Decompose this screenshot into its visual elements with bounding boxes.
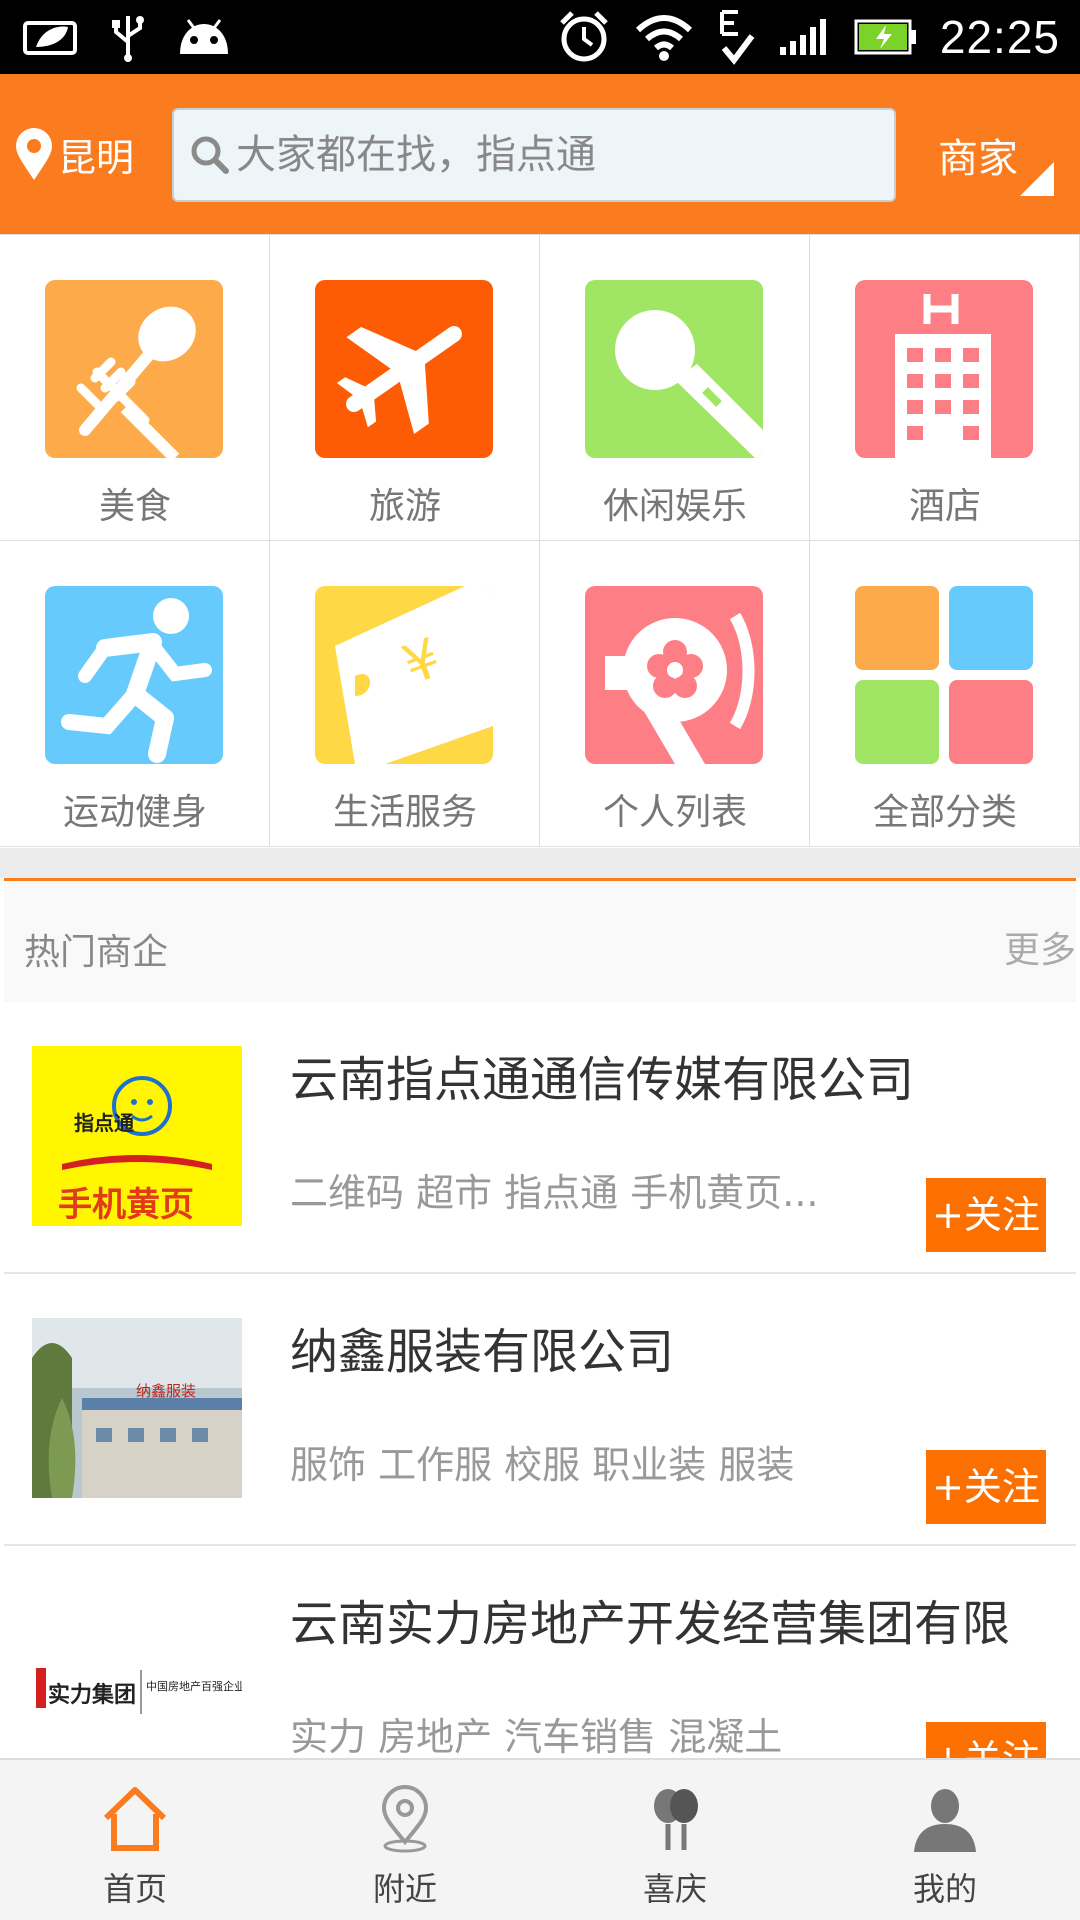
logo-text: 指点通 — [74, 1111, 134, 1135]
logo-caption: 中国房地产百强企业 — [146, 1679, 242, 1693]
battery-charging-icon — [854, 19, 916, 55]
category-all[interactable]: 全部分类 — [810, 541, 1080, 847]
category-life-services[interactable]: ¥ 生活服务 — [270, 541, 540, 847]
app-header: 昆明 商家 — [0, 74, 1080, 234]
cell-signal-icon — [779, 19, 826, 55]
category-label: 美食 — [98, 486, 171, 527]
airplane-icon — [315, 280, 493, 458]
category-grid: 美食 旅游 休闲娱乐 酒店 运动健身 ¥ 生活服务 个人列表 全部分类 — [0, 234, 1080, 848]
location-marker-icon — [16, 128, 52, 180]
home-icon — [103, 1787, 167, 1851]
follow-button[interactable]: +关注 — [926, 1450, 1046, 1524]
dropdown-corner-icon — [1020, 162, 1054, 196]
company-item[interactable]: 纳鑫服装 纳鑫服装有限公司 服饰 工作服 校服 职业装 服装 +关注 — [4, 1274, 1076, 1546]
runner-icon — [45, 586, 223, 764]
category-travel[interactable]: 旅游 — [270, 235, 540, 541]
nav-home[interactable]: 首页 — [0, 1760, 270, 1920]
usb-icon — [112, 16, 144, 62]
status-time: 22:25 — [939, 11, 1060, 63]
user-icon — [914, 1789, 976, 1852]
category-label: 酒店 — [908, 486, 981, 527]
wifi-icon — [635, 15, 692, 61]
category-food[interactable]: 美食 — [0, 235, 270, 541]
bottom-navigation: 首页 附近 喜庆 我的 — [0, 1758, 1080, 1920]
nav-mine[interactable]: 我的 — [810, 1760, 1080, 1920]
city-selector[interactable]: 昆明 — [14, 124, 134, 184]
leaf-notification-icon — [23, 21, 77, 55]
company-tags: 二维码 超市 指点通 手机黄页... — [290, 1171, 819, 1215]
company-name: 云南实力房地产开发经营集团有限 — [290, 1596, 1011, 1652]
hot-companies-section: 热门商企 更多 指点通 手机黄页 云南指点通通信传媒有限公司 二维码 超市 指点… — [0, 878, 1080, 1758]
status-bar: 22:25 — [0, 0, 1080, 74]
category-label: 全部分类 — [872, 792, 1017, 833]
category-label: 休闲娱乐 — [602, 486, 747, 527]
company-item[interactable]: 实力集团 中国房地产百强企业 云南实力房地产开发经营集团有限 实力 房地产 汽车… — [4, 1546, 1076, 1758]
company-logo: 实力集团 中国房地产百强企业 — [32, 1590, 242, 1758]
category-personal-list[interactable]: 个人列表 — [540, 541, 810, 847]
more-link[interactable]: 更多 — [1004, 921, 1076, 973]
nav-nearby[interactable]: 附近 — [270, 1760, 540, 1920]
status-left-icons — [22, 12, 232, 62]
category-hotel[interactable]: 酒店 — [810, 235, 1080, 541]
edge-signal-icon — [719, 10, 755, 65]
nav-label: 喜庆 — [642, 1870, 707, 1908]
search-input[interactable] — [236, 132, 876, 178]
nav-label: 首页 — [102, 1870, 167, 1908]
city-name: 昆明 — [58, 135, 135, 180]
category-label: 个人列表 — [602, 792, 747, 833]
merchant-type-selector[interactable]: 商家 — [938, 126, 1058, 196]
company-logo: 指点通 手机黄页 — [32, 1046, 242, 1226]
logo-text: 纳鑫服装 — [136, 1382, 196, 1400]
company-tags: 实力 房地产 汽车销售 混凝土 — [290, 1715, 783, 1758]
merchant-type-label: 商家 — [938, 136, 1018, 182]
alarm-icon — [560, 11, 608, 62]
profile-flower-icon — [585, 586, 763, 764]
section-title: 热门商企 — [24, 932, 169, 973]
nav-label: 我的 — [912, 1870, 977, 1908]
category-label: 运动健身 — [62, 792, 207, 833]
company-name: 纳鑫服装有限公司 — [290, 1324, 675, 1380]
food-icon — [45, 280, 223, 458]
logo-text: 实力集团 — [48, 1682, 136, 1708]
ticket-icon: ¥ — [315, 586, 493, 764]
category-label: 旅游 — [368, 486, 441, 527]
follow-button[interactable]: +关注 — [926, 1178, 1046, 1252]
hot-companies-header: 热门商企 更多 — [4, 878, 1076, 1005]
category-fitness[interactable]: 运动健身 — [0, 541, 270, 847]
company-name: 云南指点通通信传媒有限公司 — [290, 1052, 915, 1108]
all-categories-icon — [855, 586, 1033, 764]
category-entertainment[interactable]: 休闲娱乐 — [540, 235, 810, 541]
hotel-icon — [855, 280, 1033, 458]
company-logo: 纳鑫服装 — [32, 1318, 242, 1498]
status-right-icons: 22:25 — [556, 8, 1060, 66]
company-tags: 服饰 工作服 校服 职业装 服装 — [290, 1443, 795, 1487]
search-bar[interactable] — [172, 108, 896, 202]
section-divider — [0, 848, 1080, 878]
balloons-icon — [654, 1789, 698, 1850]
logo-caption: 手机黄页 — [58, 1185, 194, 1225]
nav-celebration[interactable]: 喜庆 — [540, 1760, 810, 1920]
location-pin-icon — [381, 1785, 429, 1853]
search-icon — [191, 136, 229, 174]
category-label: 生活服务 — [332, 792, 477, 833]
company-item[interactable]: 指点通 手机黄页 云南指点通通信传媒有限公司 二维码 超市 指点通 手机黄页..… — [4, 1002, 1076, 1274]
nav-label: 附近 — [372, 1870, 437, 1908]
follow-button[interactable]: +关注 — [926, 1722, 1046, 1758]
android-icon — [180, 19, 228, 54]
microphone-icon — [585, 280, 763, 458]
